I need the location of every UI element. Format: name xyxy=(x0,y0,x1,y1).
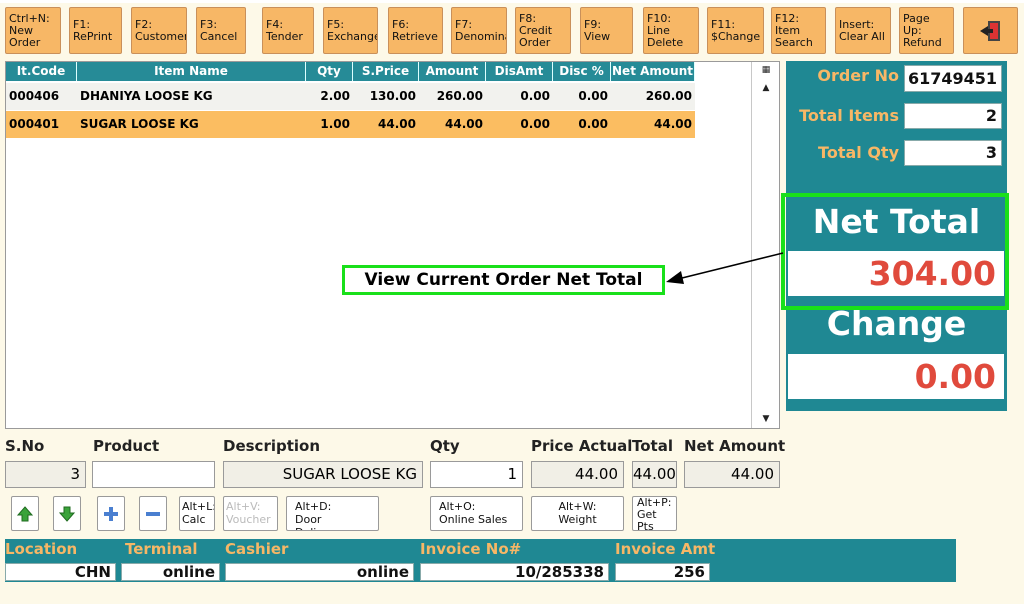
price-field: 44.00 xyxy=(531,461,624,488)
invoice-no-field: 10/285338 xyxy=(420,563,609,581)
plus-icon xyxy=(104,506,118,521)
net-amount-label: Net Amount xyxy=(684,437,786,455)
sno-field: 3 xyxy=(5,461,86,488)
cashier-field: online xyxy=(225,563,414,581)
price-label: Price Actual xyxy=(531,437,633,455)
increase-qty-button[interactable] xyxy=(97,496,125,531)
cashier-label: Cashier xyxy=(225,540,289,558)
product-label: Product xyxy=(93,437,160,455)
calc-button[interactable]: Alt+L: Calc xyxy=(179,496,215,531)
move-down-button[interactable] xyxy=(53,496,81,531)
terminal-label: Terminal xyxy=(125,540,198,558)
total-label: Total xyxy=(632,437,673,455)
total-field: 44.00 xyxy=(632,461,677,488)
minus-icon xyxy=(146,511,160,516)
location-field: CHN xyxy=(5,563,116,581)
net-amount-field: 44.00 xyxy=(684,461,780,488)
sno-label: S.No xyxy=(5,437,45,455)
weight-button[interactable]: Alt+W: Weight xyxy=(531,496,624,531)
invoice-amt-label: Invoice Amt xyxy=(615,540,716,558)
product-input[interactable] xyxy=(92,461,215,488)
invoice-amt-field: 256 xyxy=(615,563,710,581)
location-label: Location xyxy=(5,540,78,558)
get-points-button[interactable]: Alt+P: Get Pts xyxy=(632,496,677,531)
description-field: SUGAR LOOSE KG xyxy=(223,461,423,488)
invoice-no-label: Invoice No# xyxy=(420,540,522,558)
qty-label: Qty xyxy=(430,437,460,455)
online-sales-button[interactable]: Alt+O: Online Sales xyxy=(430,496,523,531)
decrease-qty-button[interactable] xyxy=(139,496,167,531)
door-delivery-button[interactable]: Alt+D: Door Delivery xyxy=(286,496,379,531)
voucher-button[interactable]: Alt+V: Voucher xyxy=(223,496,278,531)
arrow-up-icon xyxy=(16,505,34,521)
move-up-button[interactable] xyxy=(11,496,39,531)
description-label: Description xyxy=(223,437,321,455)
callout-label: View Current Order Net Total xyxy=(342,265,665,295)
arrow-down-icon xyxy=(58,506,76,522)
qty-input[interactable]: 1 xyxy=(430,461,523,488)
terminal-field: online xyxy=(121,563,220,581)
status-bar: Location Terminal Cashier Invoice No# In… xyxy=(5,539,956,582)
